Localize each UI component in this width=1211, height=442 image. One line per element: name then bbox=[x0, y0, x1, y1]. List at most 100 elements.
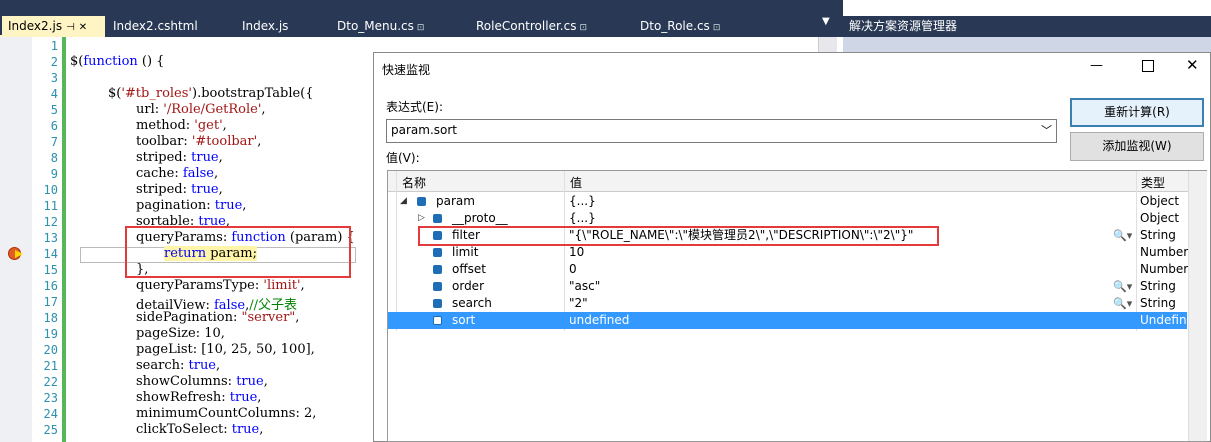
expression-label: 表达式(E): bbox=[386, 100, 443, 114]
dialog-title: 快速监视 bbox=[382, 63, 431, 77]
column-header-value[interactable]: 值 bbox=[570, 174, 582, 191]
line-number: 16 bbox=[43, 279, 58, 293]
row-name: param bbox=[436, 194, 475, 208]
code-line-18: sidePagination: "server", bbox=[136, 310, 300, 325]
tab-label: Index.js bbox=[242, 19, 289, 33]
table-row[interactable]: ◢ param {...} Object bbox=[388, 193, 1187, 210]
visualizer-icon[interactable]: 🔍▾ bbox=[1113, 297, 1132, 310]
line-number: 21 bbox=[43, 359, 58, 373]
line-number: 24 bbox=[43, 407, 58, 421]
row-value: 10 bbox=[569, 245, 585, 259]
row-value: 0 bbox=[569, 262, 577, 276]
code-line-22: showColumns: true, bbox=[136, 374, 268, 389]
pin-icon[interactable]: ⊣ bbox=[66, 22, 75, 33]
row-name: __proto__ bbox=[452, 211, 508, 225]
line-number: 14 bbox=[43, 247, 58, 261]
tab-dropdown-icon[interactable]: ▼ bbox=[822, 16, 830, 27]
row-type: String bbox=[1140, 228, 1176, 242]
table-row[interactable]: order "asc" 🔍▾ String bbox=[388, 278, 1187, 295]
expression-value[interactable]: param.sort bbox=[391, 123, 457, 137]
recalculate-button[interactable]: 重新计算(R) bbox=[1070, 98, 1204, 127]
lock-icon: ⊡ bbox=[416, 23, 425, 33]
line-number-gutter: 1 2 3 4 5 6 7 8 9 10 11 12 13 14 15 16 1… bbox=[32, 37, 62, 442]
table-row[interactable]: offset 0 Number bbox=[388, 261, 1189, 278]
line-number: 18 bbox=[43, 311, 58, 325]
row-name: sort bbox=[452, 313, 476, 327]
code-line-4: $('#tb_roles').bootstrapTable({ bbox=[108, 86, 314, 101]
line-number: 15 bbox=[43, 263, 58, 277]
line-number: 7 bbox=[50, 135, 58, 149]
line-number: 2 bbox=[50, 55, 58, 69]
row-type: Object bbox=[1140, 194, 1180, 208]
expression-combobox[interactable] bbox=[386, 119, 1057, 143]
change-tracking-bar bbox=[62, 37, 66, 442]
column-header-name[interactable]: 名称 bbox=[402, 174, 426, 191]
document-tab-strip: Index2.js ⊣ ✕ Index2.cshtml Index.js Dto_M… bbox=[0, 0, 843, 37]
tab-dto-role-cs[interactable]: Dto_Role.cs ⊡ bbox=[634, 16, 774, 37]
tab-dto-menu-cs[interactable]: Dto_Menu.cs ⊡ bbox=[331, 16, 471, 37]
tab-index-js[interactable]: Index.js bbox=[236, 16, 328, 37]
code-line-8: striped: true, bbox=[136, 150, 223, 165]
grid-scrollbar[interactable] bbox=[1188, 171, 1207, 441]
row-name: offset bbox=[452, 262, 486, 276]
object-icon bbox=[417, 197, 426, 206]
row-name: order bbox=[452, 279, 484, 293]
line-number: 3 bbox=[50, 71, 58, 85]
collapse-icon[interactable]: ◢ bbox=[400, 196, 407, 206]
row-type: Object bbox=[1140, 211, 1180, 225]
table-row[interactable]: search "2" 🔍▾ String bbox=[388, 295, 1187, 312]
line-number: 20 bbox=[43, 343, 58, 357]
visualizer-icon[interactable]: 🔍▾ bbox=[1113, 280, 1132, 293]
close-icon[interactable]: ✕ bbox=[1186, 56, 1199, 74]
code-line-5: url: '/Role/GetRole', bbox=[136, 102, 266, 117]
line-number: 6 bbox=[50, 119, 58, 133]
close-icon[interactable]: ✕ bbox=[79, 22, 87, 33]
row-name: limit bbox=[452, 245, 479, 259]
code-line-16: queryParamsType: 'limit', bbox=[136, 278, 305, 293]
highlight-box bbox=[418, 226, 939, 246]
row-type: Number bbox=[1140, 262, 1189, 276]
table-row-selected[interactable]: sort undefined Undefine bbox=[388, 312, 1194, 329]
row-type: String bbox=[1140, 296, 1176, 310]
row-value: "2" bbox=[569, 296, 588, 310]
tab-label: Index2.cshtml bbox=[113, 19, 198, 33]
code-line-23: showRefresh: true, bbox=[136, 390, 262, 405]
field-icon bbox=[433, 248, 442, 257]
field-icon bbox=[433, 282, 442, 291]
line-number: 13 bbox=[43, 231, 58, 245]
line-number: 9 bbox=[50, 167, 58, 181]
table-row[interactable]: limit 10 Number bbox=[388, 244, 1189, 261]
table-row[interactable]: ▷ __proto__ {...} Object bbox=[388, 210, 1187, 227]
add-watch-button[interactable]: 添加监视(W) bbox=[1070, 132, 1204, 161]
tab-label: Dto_Menu.cs bbox=[337, 19, 414, 33]
row-value: {...} bbox=[569, 211, 596, 225]
row-value: undefined bbox=[569, 313, 630, 327]
code-line-9: cache: false, bbox=[136, 166, 219, 181]
field-icon bbox=[433, 265, 442, 274]
field-icon bbox=[433, 316, 442, 325]
expand-icon[interactable]: ▷ bbox=[418, 213, 425, 223]
row-type: String bbox=[1140, 279, 1176, 293]
minimize-icon[interactable]: — bbox=[1090, 58, 1103, 73]
row-type: Number bbox=[1140, 245, 1189, 259]
tab-rolecontroller-cs[interactable]: RoleController.cs ⊡ bbox=[470, 16, 630, 37]
line-number: 11 bbox=[43, 199, 58, 213]
code-line-6: method: 'get', bbox=[136, 118, 227, 133]
code-line-21: search: true, bbox=[136, 358, 221, 373]
code-line-19: pageSize: 10, bbox=[136, 326, 225, 341]
line-number: 12 bbox=[43, 215, 58, 229]
maximize-icon[interactable] bbox=[1142, 60, 1154, 72]
tab-index2-cshtml[interactable]: Index2.cshtml bbox=[107, 16, 229, 37]
visualizer-icon[interactable]: 🔍▾ bbox=[1113, 229, 1132, 242]
code-line-20: pageList: [10, 25, 50, 100], bbox=[136, 342, 315, 357]
tab-label: RoleController.cs bbox=[476, 19, 577, 33]
row-value: "asc" bbox=[569, 279, 601, 293]
tab-index2-js[interactable]: Index2.js ⊣ ✕ bbox=[2, 16, 105, 37]
field-icon bbox=[433, 299, 442, 308]
line-number: 5 bbox=[50, 103, 58, 117]
code-line-2: $(function () { bbox=[70, 54, 165, 69]
code-line-25: clickToSelect: true, bbox=[136, 422, 264, 437]
chevron-down-icon[interactable]: ﹀ bbox=[1041, 122, 1052, 138]
column-header-type[interactable]: 类型 bbox=[1141, 174, 1165, 191]
solution-explorer-title: 解决方案资源管理器 bbox=[843, 16, 1211, 37]
